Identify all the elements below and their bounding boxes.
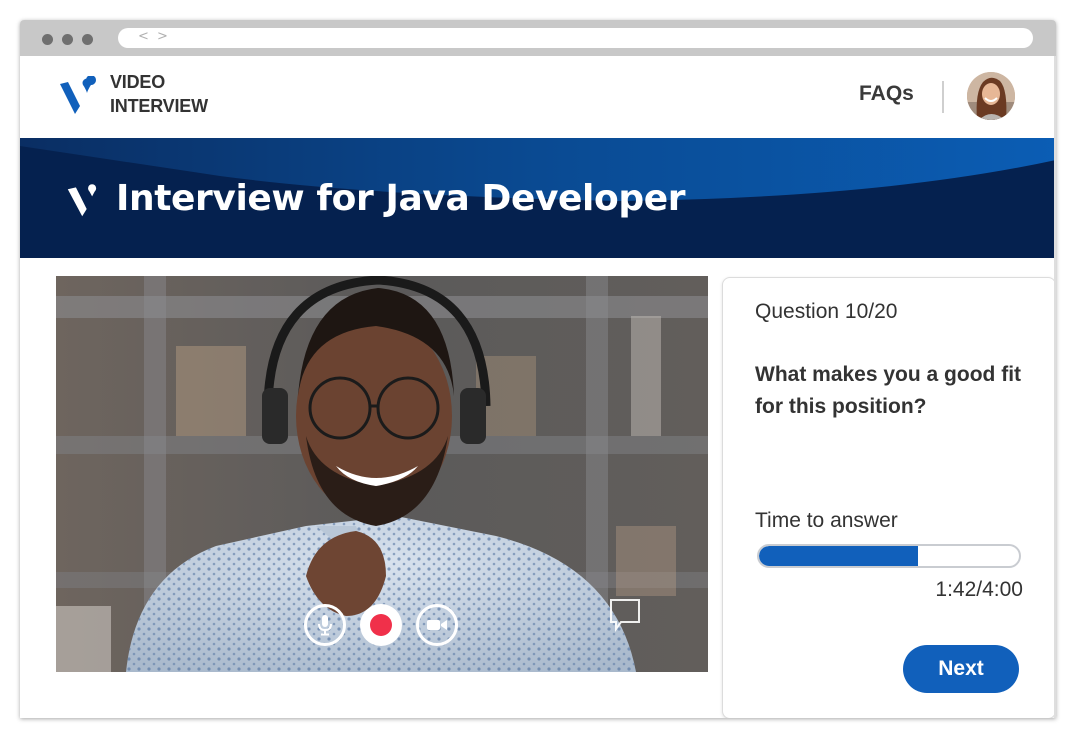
- browser-window: < > VIDEO INTERVIEW FAQs Interview for J…: [20, 20, 1056, 718]
- time-remaining-value: 1:42/4:00: [935, 578, 1023, 601]
- user-avatar[interactable]: [967, 72, 1015, 120]
- video-interview-logo-icon[interactable]: [58, 76, 98, 116]
- brand-line-1: VIDEO: [110, 72, 166, 92]
- question-text: What makes you a good fit for this posit…: [755, 363, 1022, 418]
- banner-logo-icon: [67, 184, 97, 217]
- browser-chrome: < >: [20, 20, 1056, 56]
- window-dot-minimize[interactable]: [62, 34, 73, 45]
- time-to-answer-label: Time to answer: [755, 509, 898, 532]
- speech-bubble-icon[interactable]: [609, 598, 641, 632]
- next-question-button[interactable]: Next: [903, 645, 1019, 693]
- record-icon: [370, 614, 392, 636]
- header-divider: [942, 81, 944, 113]
- page-title: Interview for Java Developer: [116, 178, 686, 219]
- window-dot-close[interactable]: [42, 34, 53, 45]
- microphone-toggle-button[interactable]: [304, 604, 346, 646]
- faqs-link[interactable]: FAQs: [859, 82, 914, 106]
- mic-icon: [318, 615, 332, 636]
- avatar-photo-icon: [967, 72, 1015, 120]
- record-button[interactable]: [360, 604, 402, 646]
- page-banner: Interview for Java Developer: [20, 138, 1056, 258]
- question-counter: Question 10/20: [755, 300, 898, 323]
- address-bar[interactable]: < >: [118, 28, 1033, 48]
- answer-time-progress-bar: [757, 544, 1021, 568]
- brand-line-2: INTERVIEW: [110, 96, 208, 116]
- progress-fill: [759, 546, 918, 566]
- camera-toggle-button[interactable]: [416, 604, 458, 646]
- window-dot-maximize[interactable]: [82, 34, 93, 45]
- question-panel: Question 10/20 What makes you a good fit…: [722, 277, 1056, 718]
- video-camera-icon: [427, 620, 447, 630]
- brand-name[interactable]: VIDEO INTERVIEW: [110, 70, 208, 118]
- window-edge: [1054, 56, 1056, 718]
- video-preview[interactable]: [56, 276, 708, 672]
- nav-arrows-icon[interactable]: < >: [138, 29, 170, 44]
- top-navigation: VIDEO INTERVIEW FAQs: [20, 56, 1056, 138]
